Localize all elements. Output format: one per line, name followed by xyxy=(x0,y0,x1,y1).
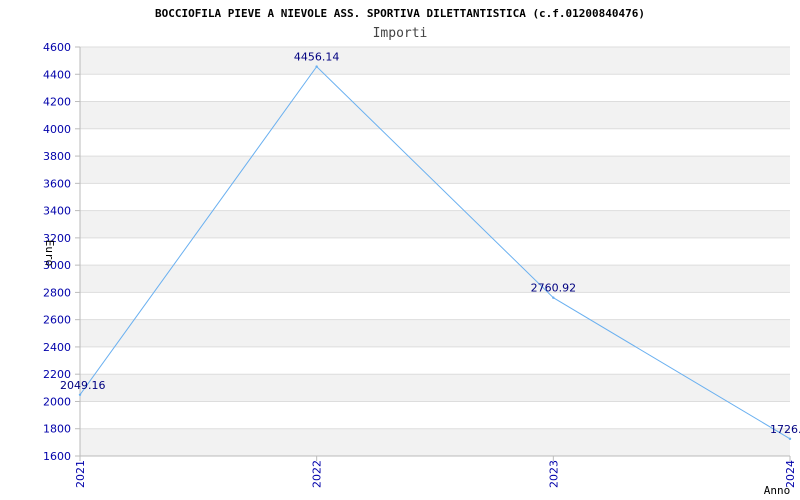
x-axis-ticks: 2021 2022 2023 2024 xyxy=(74,456,797,488)
grid-band xyxy=(80,47,790,75)
grid-band xyxy=(80,374,790,402)
data-label: 4456.14 xyxy=(294,51,340,64)
data-point xyxy=(788,437,792,441)
grid-band xyxy=(80,156,790,184)
y-tick-label: 4000 xyxy=(43,123,71,136)
grid-bands xyxy=(80,47,790,456)
grid-band xyxy=(80,210,790,238)
y-tick-label: 1600 xyxy=(43,450,71,463)
y-tick-label: 4600 xyxy=(43,41,71,54)
grid-band xyxy=(80,101,790,129)
y-tick-label: 3400 xyxy=(43,205,71,218)
y-tick-label: 3600 xyxy=(43,177,71,190)
y-tick-label: 3800 xyxy=(43,150,71,163)
y-tick-label: 2800 xyxy=(43,286,71,299)
data-label: 2049.16 xyxy=(60,379,106,392)
y-axis-label: Euro xyxy=(43,240,56,267)
y-tick-label: 2600 xyxy=(43,314,71,327)
data-label: 2760.92 xyxy=(531,282,577,295)
chart-subtitle: Importi xyxy=(373,26,428,41)
x-tick-label: 2021 xyxy=(74,460,87,488)
data-point xyxy=(552,296,555,299)
x-axis-label: Anno xyxy=(764,484,791,497)
x-tick-label: 2023 xyxy=(547,460,560,488)
y-tick-label: 2000 xyxy=(43,395,71,408)
data-point xyxy=(315,65,318,68)
y-tick-label: 2400 xyxy=(43,341,71,354)
grid-band xyxy=(80,428,790,456)
grid-band xyxy=(80,319,790,347)
x-tick-label: 2022 xyxy=(311,460,324,488)
chart: 1600180020002200240026002800300032003400… xyxy=(43,7,800,497)
data-label: 1726.0 xyxy=(770,423,800,436)
y-tick-label: 1800 xyxy=(43,423,71,436)
data-point xyxy=(78,393,82,396)
chart-title: BOCCIOFILA PIEVE A NIEVOLE ASS. SPORTIVA… xyxy=(155,7,645,20)
y-tick-label: 4400 xyxy=(43,68,71,81)
grid-band xyxy=(80,265,790,293)
y-tick-label: 4200 xyxy=(43,96,71,109)
